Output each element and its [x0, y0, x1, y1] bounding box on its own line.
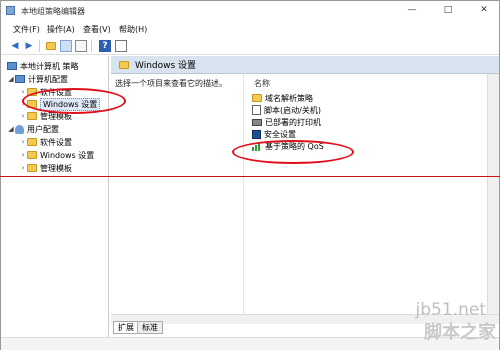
- details-header: Windows 设置: [111, 56, 499, 74]
- folder-icon: [27, 138, 37, 146]
- list-item-deployed-printers[interactable]: 已部署的打印机: [252, 116, 321, 128]
- maximize-button[interactable]: □: [437, 3, 459, 17]
- tree-view-icon[interactable]: [60, 40, 72, 52]
- annotation-line: [0, 176, 500, 177]
- script-icon: [252, 105, 261, 115]
- list-item-dns-policy[interactable]: 域名解析策略: [252, 92, 313, 104]
- menu-view[interactable]: 查看(V): [83, 24, 111, 35]
- close-button[interactable]: ✕: [473, 3, 495, 17]
- folder-icon: [252, 94, 262, 102]
- group-policy-app-icon: [6, 6, 15, 15]
- title-bar[interactable]: 本地组策略编辑器 — □ ✕: [1, 1, 499, 21]
- tree-user-software[interactable]: › 软件设置: [19, 136, 72, 148]
- tree-item-label: Windows 设置: [40, 150, 95, 160]
- items-list[interactable]: 名称 域名解析策略 脚本(启动/关机) 已部署的打印机 安全设置 基于策略的 Q…: [243, 74, 499, 314]
- details-header-title: Windows 设置: [135, 61, 197, 71]
- list-item-scripts[interactable]: 脚本(启动/关机): [252, 104, 321, 116]
- computer-policy-icon: [7, 62, 17, 70]
- minimize-button[interactable]: —: [401, 3, 423, 17]
- highlight-ellipse-qos: [232, 140, 354, 164]
- user-icon: [15, 124, 24, 134]
- tree-user-config[interactable]: ◢ 用户配置: [7, 123, 59, 135]
- menu-action[interactable]: 操作(A): [47, 24, 75, 35]
- tree-item-label: 软件设置: [40, 137, 72, 147]
- toolbar: ◀ ▶ ?: [1, 37, 499, 55]
- column-header-name[interactable]: 名称: [254, 78, 270, 89]
- watermark-brand: 脚本之家: [424, 322, 496, 343]
- expand-arrow-icon[interactable]: ›: [19, 151, 27, 159]
- collapse-arrow-icon[interactable]: ◢: [7, 75, 15, 83]
- tree-user-config-label: 用户配置: [27, 124, 59, 134]
- export-list-icon[interactable]: [75, 40, 87, 52]
- arrow-right-icon[interactable]: ▶: [23, 40, 35, 52]
- expand-arrow-icon[interactable]: ›: [19, 112, 27, 120]
- menu-file[interactable]: 文件(F): [13, 24, 40, 35]
- arrow-left-icon[interactable]: ◀: [9, 40, 21, 52]
- app-window: 本地组策略编辑器 — □ ✕ 文件(F) 操作(A) 查看(V) 帮助(H) ◀…: [0, 0, 500, 350]
- tree-user-admin-templates[interactable]: › 管理模板: [19, 162, 72, 174]
- computer-icon: [15, 75, 25, 83]
- tree-root[interactable]: 本地计算机 策略: [7, 60, 79, 72]
- expand-arrow-icon[interactable]: ›: [19, 138, 27, 146]
- help-icon[interactable]: ?: [99, 40, 111, 52]
- list-item-security-settings[interactable]: 安全设置: [252, 128, 296, 140]
- tree-computer-config[interactable]: ◢ 计算机配置: [7, 73, 68, 85]
- list-item-label: 已部署的打印机: [265, 117, 321, 127]
- tab-standard[interactable]: 标准: [137, 321, 163, 334]
- tree-item-label: 管理模板: [40, 163, 72, 173]
- watermark-url: jb51.net: [415, 300, 486, 320]
- printer-icon: [252, 118, 262, 126]
- folder-icon: [119, 60, 129, 69]
- folder-icon: [27, 151, 37, 159]
- window-title: 本地组策略编辑器: [21, 7, 85, 16]
- properties-icon[interactable]: [115, 40, 127, 52]
- toolbar-separator: [91, 40, 92, 52]
- tab-extended[interactable]: 扩展: [113, 321, 139, 334]
- toolbar-separator: [39, 40, 40, 52]
- expand-arrow-icon[interactable]: ›: [19, 164, 27, 172]
- folder-icon: [27, 112, 37, 120]
- tree-root-label: 本地计算机 策略: [20, 61, 79, 71]
- list-item-label: 安全设置: [264, 129, 296, 139]
- highlight-ellipse-tree: [22, 88, 126, 114]
- menu-help[interactable]: 帮助(H): [119, 24, 147, 35]
- list-item-label: 脚本(启动/关机): [264, 105, 321, 115]
- vertical-scrollbar[interactable]: [487, 74, 499, 314]
- tree-user-windows-settings[interactable]: › Windows 设置: [19, 149, 95, 161]
- menu-bar: 文件(F) 操作(A) 查看(V) 帮助(H): [1, 21, 499, 37]
- collapse-arrow-icon[interactable]: ◢: [7, 125, 15, 133]
- description-text: 选择一个项目来查看它的描述。: [115, 79, 227, 88]
- folder-up-icon[interactable]: [45, 40, 57, 52]
- tree-computer-config-label: 计算机配置: [28, 74, 68, 84]
- folder-icon: [27, 164, 37, 172]
- list-item-label: 域名解析策略: [265, 93, 313, 103]
- security-icon: [252, 129, 261, 139]
